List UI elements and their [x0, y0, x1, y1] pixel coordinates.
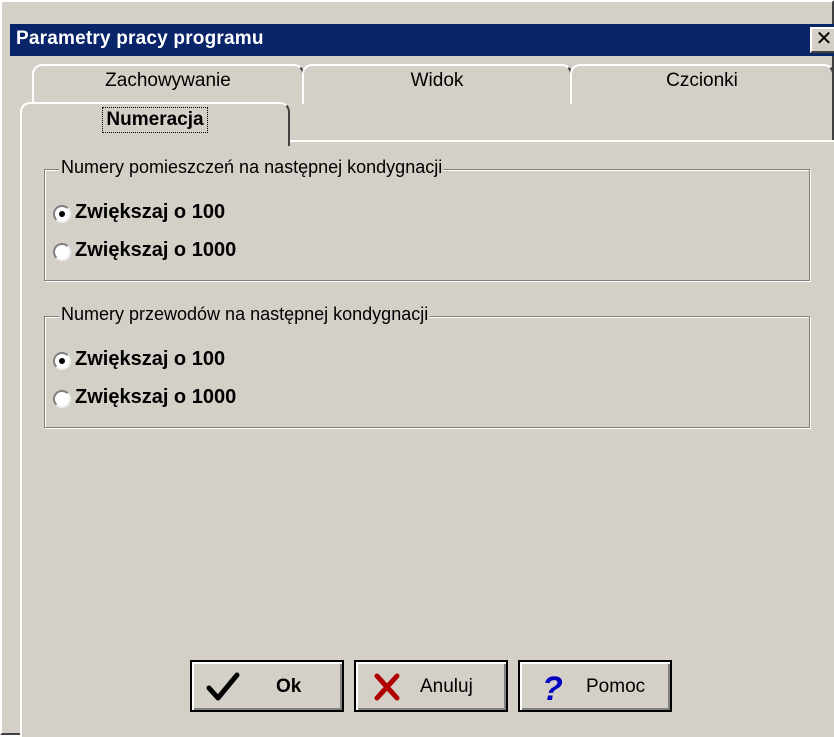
ok-label: Ok — [276, 676, 302, 697]
cancel-label: Anuluj — [420, 676, 473, 697]
radio-selected-dot — [59, 211, 65, 217]
radio-label: Zwiększaj o 100 — [75, 348, 226, 370]
window-title: Parametry pracy programu — [16, 28, 264, 49]
help-label: Pomoc — [586, 676, 646, 697]
question-mark-icon: ? — [534, 670, 568, 708]
ok-button[interactable]: Ok — [190, 660, 344, 712]
x-cross-icon — [370, 670, 404, 704]
tab-widok[interactable]: Widok — [302, 64, 572, 104]
radio-button[interactable] — [53, 352, 71, 370]
groupbox-title: Numery pomieszczeń na następnej kondygna… — [59, 157, 445, 178]
dialog-window: Parametry pracy programu ✕ Zachowywanie … — [0, 0, 834, 737]
tab-numeracja[interactable]: Numeracja — [20, 102, 290, 146]
groupbox-room-numbers: Numery pomieszczeń na następnej kondygna… — [44, 157, 810, 281]
radio-button[interactable] — [53, 390, 71, 408]
radio-label: Zwiększaj o 1000 — [75, 239, 237, 261]
cancel-button[interactable]: Anuluj — [354, 660, 508, 712]
tab-label: Numeracja — [102, 107, 208, 133]
radio-button[interactable] — [53, 243, 71, 261]
radio-label: Zwiększaj o 1000 — [75, 386, 237, 408]
svg-text:?: ? — [542, 670, 563, 704]
help-button[interactable]: ? Pomoc — [518, 660, 672, 712]
groupbox-title: Numery przewodów na następnej kondygnacj… — [59, 304, 431, 325]
radio-label: Zwiększaj o 100 — [75, 201, 226, 223]
tab-label: Widok — [410, 70, 464, 91]
close-button[interactable]: ✕ — [810, 27, 834, 53]
checkmark-icon — [206, 670, 240, 704]
tab-czcionki[interactable]: Czcionki — [570, 64, 834, 104]
tab-label: Zachowywanie — [105, 70, 231, 91]
tab-panel-numeracja: Numery pomieszczeń na następnej kondygna… — [20, 140, 834, 737]
groupbox-duct-numbers: Numery przewodów na następnej kondygnacj… — [44, 304, 810, 428]
radio-selected-dot — [59, 358, 65, 364]
tab-zachowywanie[interactable]: Zachowywanie — [32, 64, 304, 104]
title-bar[interactable]: Parametry pracy programu ✕ — [10, 24, 834, 56]
tab-label: Czcionki — [666, 70, 738, 91]
close-icon: ✕ — [815, 28, 833, 50]
radio-button[interactable] — [53, 205, 71, 223]
